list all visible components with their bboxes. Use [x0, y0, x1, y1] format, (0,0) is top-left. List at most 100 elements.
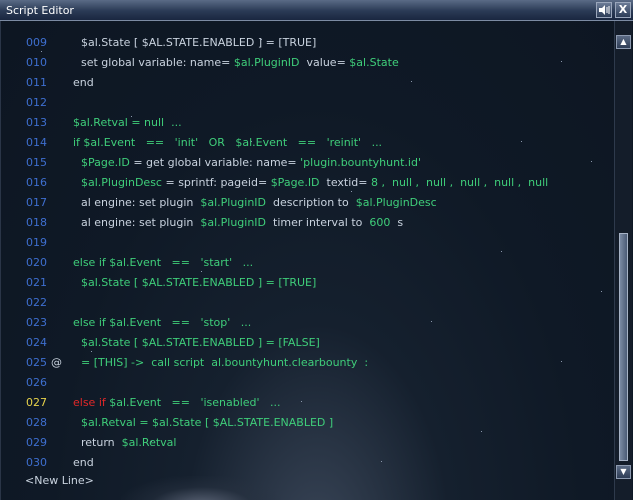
code-line[interactable]: 025 @ = [THIS] -> call script al.bountyhun… — [1, 353, 614, 373]
code-text: $al.State [ $AL.STATE.ENABLED ] = [TRUE] — [81, 273, 316, 293]
line-number: 016 — [26, 176, 47, 189]
code-text: end — [73, 453, 94, 473]
line-number: 030 — [26, 456, 47, 469]
code-line[interactable]: 012 — [1, 93, 614, 113]
code-text: = [THIS] -> call script al.bountyhunt.cl… — [81, 353, 368, 373]
code-token-value: $al.PluginID — [200, 216, 267, 229]
close-button[interactable]: X — [615, 2, 631, 18]
new-line-item[interactable]: <New Line> — [25, 474, 94, 487]
code-token-value: if $al.Event == 'init' OR $al.Event == '… — [73, 136, 383, 149]
code-line[interactable]: 026 — [1, 373, 614, 393]
code-text: al engine: set plugin $al.PluginID descr… — [81, 193, 437, 213]
code-token-text: timer interval to — [266, 216, 370, 229]
code-line[interactable]: 030 end — [1, 453, 614, 473]
line-number: 027 — [26, 396, 47, 409]
code-token-value: $al.State [ $AL.STATE.ENABLED ] = [TRUE] — [81, 276, 317, 289]
code-token-value: $al.State [ $AL.STATE.ENABLED ] = [FALSE… — [81, 336, 320, 349]
line-number: 011 — [26, 76, 47, 89]
speaker-icon[interactable] — [596, 2, 612, 18]
code-line[interactable]: 019 — [1, 233, 614, 253]
code-text: $al.PluginDesc = sprintf: pageid= $Page.… — [81, 173, 548, 193]
scrollbar-thumb[interactable] — [619, 233, 628, 461]
code-token-text: al engine: set plugin — [81, 196, 201, 209]
line-marker: @ — [51, 356, 62, 369]
line-number: 010 — [26, 56, 47, 69]
speaker-icon-glyph — [599, 5, 610, 15]
code-token-text: $al.State [ $AL.STATE.ENABLED ] = [TRUE] — [81, 36, 317, 49]
line-number: 024 — [26, 336, 47, 349]
code-token-text: end — [73, 456, 94, 469]
code-text: else if $al.Event == 'stop' ... — [73, 313, 251, 333]
code-token-text: return — [81, 436, 122, 449]
code-token-text: textid= — [319, 176, 371, 189]
line-number: 023 — [26, 316, 47, 329]
code-editor-area[interactable]: 009 $al.State [ $AL.STATE.ENABLED ] = [TR… — [0, 21, 633, 500]
code-token-value: = [THIS] -> call script al.bountyhunt.cl… — [81, 356, 369, 369]
code-line[interactable]: 010 set global variable: name= $al.Plugin… — [1, 53, 614, 73]
code-token-text: = get global variable: name= — [129, 156, 301, 169]
window-title: Script Editor — [6, 4, 74, 17]
code-line[interactable]: 022 — [1, 293, 614, 313]
vertical-scrollbar[interactable]: ▲ ▼ — [614, 21, 632, 500]
code-line[interactable]: 009 $al.State [ $AL.STATE.ENABLED ] = [TR… — [1, 33, 614, 53]
code-text: else if $al.Event == 'start' ... — [73, 253, 253, 273]
code-token-text: value= — [299, 56, 350, 69]
code-token-text: set global variable: name= — [81, 56, 234, 69]
code-text: al engine: set plugin $al.PluginID timer… — [81, 213, 403, 233]
code-text: else if $al.Event == 'isenabled' ... — [73, 393, 281, 413]
scroll-up-button[interactable]: ▲ — [616, 35, 631, 49]
line-number: 028 — [26, 416, 47, 429]
code-token-value: $al.Retval — [121, 436, 177, 449]
line-number: 021 — [26, 276, 47, 289]
code-line[interactable]: 017 al engine: set plugin $al.PluginID de… — [1, 193, 614, 213]
code-line[interactable]: 021 $al.State [ $AL.STATE.ENABLED ] = [TR… — [1, 273, 614, 293]
code-token-value: $al.PluginID — [200, 196, 267, 209]
code-token-value: else if $al.Event == 'start' ... — [73, 256, 254, 269]
code-line[interactable]: 018 al engine: set plugin $al.PluginID ti… — [1, 213, 614, 233]
code-token-text: s — [390, 216, 404, 229]
code-line[interactable]: 013 $al.Retval = null ... — [1, 113, 614, 133]
code-line[interactable]: 015 $Page.ID = get global variable: name=… — [1, 153, 614, 173]
script-editor-window: Script Editor X 009 $al.State [ $AL.STATE… — [0, 0, 633, 500]
line-number: 029 — [26, 436, 47, 449]
code-line[interactable]: 029 return $al.Retval — [1, 433, 614, 453]
code-token-value: = null ... — [127, 116, 182, 129]
title-bar[interactable]: Script Editor X — [0, 0, 633, 21]
code-text: $al.Retval = null ... — [73, 113, 182, 133]
code-text: end — [73, 73, 94, 93]
code-text: $al.State [ $AL.STATE.ENABLED ] = [TRUE] — [81, 33, 316, 53]
code-line[interactable]: 014 if $al.Event == 'init' OR $al.Event =… — [1, 133, 614, 153]
code-line[interactable]: 027 else if $al.Event == 'isenabled' ... — [1, 393, 614, 413]
code-token-value: else if $al.Event == 'stop' ... — [73, 316, 252, 329]
code-line[interactable]: 011 end — [1, 73, 614, 93]
code-token-value: $al.Retval — [73, 116, 128, 129]
line-number: 017 — [26, 196, 47, 209]
line-number: 026 — [26, 376, 47, 389]
line-number: 015 — [26, 156, 47, 169]
code-line[interactable]: 024 $al.State [ $AL.STATE.ENABLED ] = [FA… — [1, 333, 614, 353]
code-text: $al.State [ $AL.STATE.ENABLED ] = [FALSE… — [81, 333, 320, 353]
code-token-value: $al.State — [349, 56, 399, 69]
line-number: 012 — [26, 96, 47, 109]
code-token-value: 8 , null , null , null , null , null — [371, 176, 549, 189]
code-text: if $al.Event == 'init' OR $al.Event == '… — [73, 133, 382, 153]
code-line[interactable]: 016 $al.PluginDesc = sprintf: pageid= $Pa… — [1, 173, 614, 193]
code-token-value: $Page.ID — [270, 176, 320, 189]
code-token-keyword: else if — [73, 396, 106, 409]
code-line[interactable]: 028 $al.Retval = $al.State [ $AL.STATE.EN… — [1, 413, 614, 433]
code-token-value: $Page.ID — [81, 156, 130, 169]
code-token-value: $al.Retval = $al.State [ $AL.STATE.ENABL… — [81, 416, 334, 429]
code-token-text: description to — [266, 196, 356, 209]
scroll-down-button[interactable]: ▼ — [616, 465, 631, 479]
code-text: $al.Retval = $al.State [ $AL.STATE.ENABL… — [81, 413, 333, 433]
code-token-value: 'plugin.bountyhunt.id' — [300, 156, 421, 169]
line-number: 022 — [26, 296, 47, 309]
code-line[interactable]: 023 else if $al.Event == 'stop' ... — [1, 313, 614, 333]
code-text: set global variable: name= $al.PluginID … — [81, 53, 399, 73]
code-line[interactable]: 020 else if $al.Event == 'start' ... — [1, 253, 614, 273]
background-planet-glow — [121, 476, 281, 500]
code-text: $Page.ID = get global variable: name= 'p… — [81, 153, 421, 173]
line-number: 013 — [26, 116, 47, 129]
line-number: 014 — [26, 136, 47, 149]
line-number: 020 — [26, 256, 47, 269]
